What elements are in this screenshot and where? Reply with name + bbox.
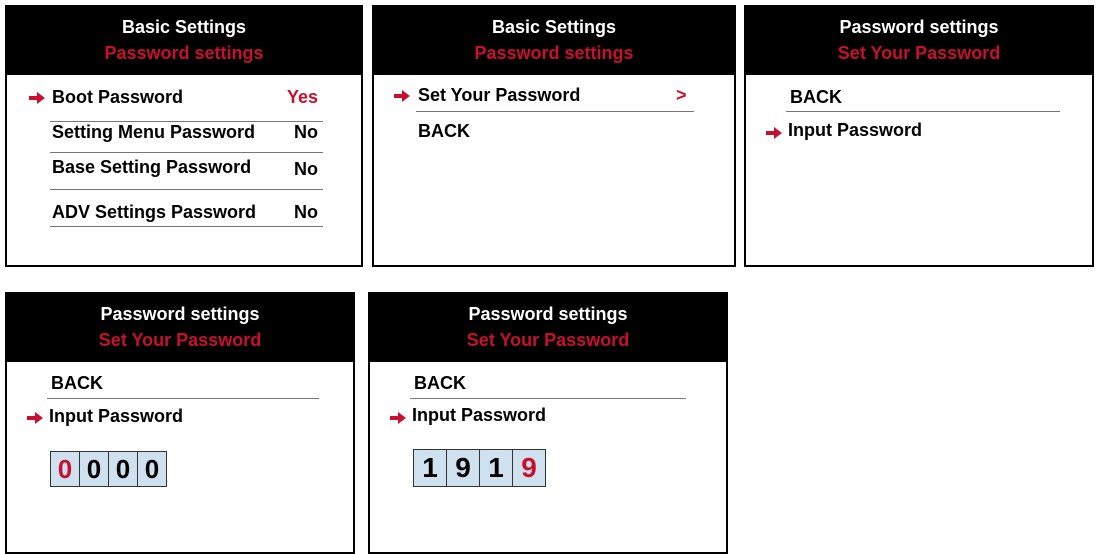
header-subtitle: Set Your Password [98,330,262,350]
menu-item-back[interactable]: BACK [414,373,466,394]
password-digit[interactable]: 9 [513,450,545,486]
right-arrow-icon [394,90,410,102]
header-title: Basic Settings [491,17,617,37]
divider [50,152,323,153]
header-subtitle: Password settings [104,43,264,63]
menu-item-back[interactable]: BACK [418,121,470,142]
setting-menu-password-value: No [294,122,318,142]
menu-item-setting-menu-password[interactable]: Setting Menu Password [52,122,255,143]
header-subtitle: Password settings [474,43,634,63]
divider [416,111,694,112]
divider [50,226,323,227]
password-digit[interactable]: 0 [51,452,80,486]
header-title: Password settings [839,17,999,37]
panel-header: Basic Settings Password settings [374,7,734,75]
header-subtitle: Set Your Password [837,43,1001,63]
password-digit[interactable]: 0 [80,452,109,486]
password-digit[interactable]: 0 [109,452,138,486]
menu-item-adv-settings-password[interactable]: ADV Settings Password [52,202,256,223]
divider [47,398,319,399]
panel-password-entry-initial: Password settings Set Your Password BACK… [5,292,355,554]
password-digit[interactable]: 9 [447,450,480,486]
panel-header: Basic Settings Password settings [7,7,361,75]
menu-item-input-password[interactable]: Input Password [788,120,922,141]
submenu-chevron: > [676,85,687,105]
menu-item-boot-password[interactable]: Boot Password [52,87,183,108]
panel-header: Password settings Set Your Password [7,294,353,362]
divider [786,111,1060,112]
base-setting-password-value: No [294,159,318,179]
menu-item-input-password[interactable]: Input Password [412,405,546,426]
header-title: Password settings [100,304,260,324]
password-digit-entry[interactable]: 1 9 1 9 [413,449,546,487]
header-title: Basic Settings [121,17,247,37]
password-digit[interactable]: 1 [480,450,513,486]
right-arrow-icon [29,92,45,104]
password-digit[interactable]: 1 [414,450,447,486]
panel-set-your-password-menu: Basic Settings Password settings Set You… [372,5,736,267]
divider [410,398,686,399]
boot-password-value: Yes [287,87,319,107]
menu-item-base-setting-password[interactable]: Base Setting Password [52,157,251,178]
panel-basic-settings-password-list: Basic Settings Password settings Boot Pa… [5,5,363,267]
password-digit-entry[interactable]: 0 0 0 0 [50,451,167,487]
menu-item-input-password[interactable]: Input Password [49,406,183,427]
header-title: Password settings [468,304,628,324]
panel-input-password-menu: Password settings Set Your Password BACK… [744,5,1094,267]
menu-item-back[interactable]: BACK [790,87,842,108]
right-arrow-icon [390,412,406,424]
adv-settings-password-value: No [294,202,318,222]
panel-header: Password settings Set Your Password [370,294,726,362]
menu-item-set-your-password[interactable]: Set Your Password [418,85,580,106]
panel-header: Password settings Set Your Password [746,7,1092,75]
right-arrow-icon [27,412,43,424]
menu-item-back[interactable]: BACK [51,373,103,394]
divider [50,189,323,190]
password-digit[interactable]: 0 [138,452,166,486]
right-arrow-icon [766,127,782,139]
panel-password-entry-filled: Password settings Set Your Password BACK… [368,292,728,554]
header-subtitle: Set Your Password [466,330,630,350]
